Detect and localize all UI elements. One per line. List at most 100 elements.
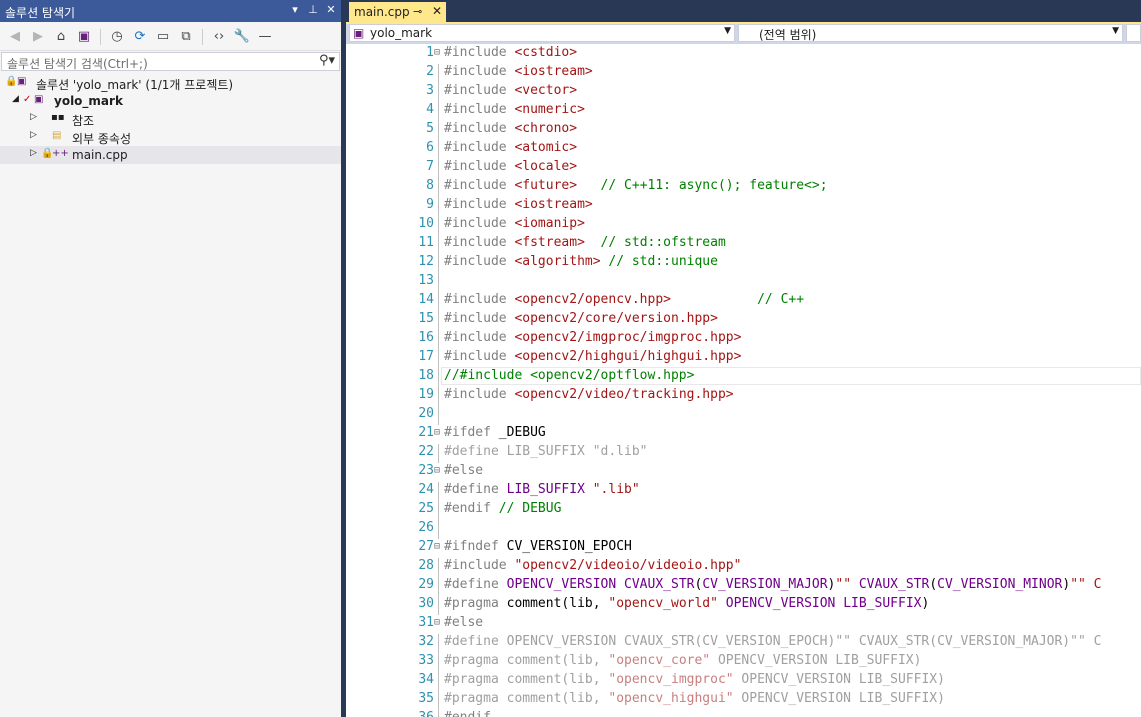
code-line[interactable]: #include <opencv2/video/tracking.hpp> <box>444 387 734 402</box>
tree-item-main-cpp[interactable]: ▷ 🔒 ++ main.cpp <box>0 146 341 164</box>
outline-guide <box>438 653 439 672</box>
tree-item-label: yolo_mark <box>54 94 123 108</box>
code-line[interactable]: #include <vector> <box>444 83 577 98</box>
collapse-region-icon[interactable]: ⊟ <box>434 47 440 58</box>
project-dropdown[interactable]: ▣ yolo_mark ▼ <box>349 24 735 42</box>
lock-icon: 🔒 <box>5 76 18 87</box>
tree-item-label: 외부 종속성 <box>72 132 132 146</box>
expand-right-icon[interactable]: ▷ <box>30 112 37 122</box>
minus-icon[interactable]: — <box>256 28 274 46</box>
code-token: #pragma comment(lib, <box>444 672 609 687</box>
line-number: 33 <box>418 653 434 668</box>
tree-item-external-deps[interactable]: ▷ ▤ 외부 종속성 <box>0 128 341 146</box>
copy-icon[interactable]: ⧉ <box>177 28 195 46</box>
outline-guide <box>438 159 439 178</box>
refresh-icon[interactable]: ⟳ <box>131 28 149 46</box>
code-line[interactable]: #include <locale> <box>444 159 577 174</box>
code-token: OPENCV_VERSION LIB_SUFFIX) <box>733 691 945 706</box>
code-token: #endif <box>444 710 491 717</box>
code-line[interactable]: #pragma comment(lib, "opencv_core" OPENC… <box>444 653 921 668</box>
code-token: LIB_SUFFIX <box>843 596 922 611</box>
code-line[interactable]: #define OPENCV_VERSION CVAUX_STR(CV_VERS… <box>444 634 1101 649</box>
outline-guide <box>438 558 439 577</box>
code-token: #ifndef <box>444 539 507 554</box>
code-token: #include <box>444 64 515 79</box>
code-token: LIB_SUFFIX <box>506 482 585 497</box>
code-line[interactable]: #ifndef CV_VERSION_EPOCH <box>444 539 632 554</box>
window-menu-icon[interactable]: ▾ <box>289 3 301 16</box>
code-line[interactable]: #include <atomic> <box>444 140 577 155</box>
wrench-icon[interactable]: 🔧 <box>233 28 251 46</box>
project-icon: ▣ <box>34 94 44 105</box>
code-line[interactable]: #define LIB_SUFFIX "d.lib" <box>444 444 648 459</box>
code-line[interactable]: #include "opencv2/videoio/videoio.hpp" <box>444 558 741 573</box>
close-icon[interactable]: ✕ <box>325 3 337 16</box>
code-line[interactable]: #ifdef _DEBUG <box>444 425 546 440</box>
scope-dropdown[interactable]: (전역 범위) ▼ <box>738 24 1123 42</box>
code-token: #pragma comment(lib, <box>444 653 609 668</box>
pin-icon[interactable]: ⊥ <box>307 3 319 16</box>
expand-right-icon[interactable]: ▷ <box>30 130 37 140</box>
line-number: 9 <box>426 197 434 212</box>
collapse-region-icon[interactable]: ⊟ <box>434 427 440 438</box>
code-line[interactable]: #define OPENCV_VERSION CVAUX_STR(CV_VERS… <box>444 577 1102 592</box>
code-line[interactable]: #endif // DEBUG <box>444 501 561 516</box>
vs-icon[interactable]: ▣ <box>75 28 93 46</box>
code-line[interactable]: #include <numeric> <box>444 102 585 117</box>
forward-icon[interactable]: ▶ <box>29 28 47 46</box>
code-line[interactable]: #include <algorithm> // std::unique <box>444 254 718 269</box>
code-line[interactable]: #include <opencv2/core/version.hpp> <box>444 311 718 326</box>
close-tab-icon[interactable]: ✕ <box>432 4 442 18</box>
code-line[interactable]: #include <cstdio> <box>444 45 577 60</box>
line-number: 11 <box>418 235 434 250</box>
home-icon[interactable]: ⌂ <box>52 28 70 46</box>
code-icon[interactable]: ‹› <box>210 28 228 46</box>
solution-explorer-title: 솔루션 탐색기 <box>5 6 76 20</box>
collapse-icon[interactable]: ▭ <box>154 28 172 46</box>
code-line[interactable]: #include <chrono> <box>444 121 577 136</box>
tree-item-solution[interactable]: 🔒 ▣ 솔루션 'yolo_mark' (1/1개 프로젝트) <box>0 74 341 92</box>
collapse-region-icon[interactable]: ⊟ <box>434 617 440 628</box>
code-token: #include <box>444 102 515 117</box>
back-icon[interactable]: ◀ <box>6 28 24 46</box>
code-line[interactable]: #include <iostream> <box>444 64 593 79</box>
collapse-region-icon[interactable]: ⊟ <box>434 541 440 552</box>
code-token: #include <box>444 159 515 174</box>
expand-down-icon[interactable]: ◢ <box>12 94 19 104</box>
member-dropdown[interactable] <box>1126 24 1141 42</box>
pin-icon[interactable]: ⊸ <box>413 5 422 18</box>
code-line[interactable]: #include <fstream> // std::ofstream <box>444 235 726 250</box>
code-line[interactable]: #pragma comment(lib, "opencv_highgui" OP… <box>444 691 945 706</box>
tree-item-references[interactable]: ▷ ▪▪ 참조 <box>0 110 341 128</box>
code-token: <future> <box>514 178 578 193</box>
code-line[interactable]: #include <opencv2/opencv.hpp> // C++ <box>444 292 804 307</box>
code-line[interactable]: #else <box>444 615 483 630</box>
code-line[interactable]: #include <iostream> <box>444 197 593 212</box>
line-number: 5 <box>426 121 434 136</box>
solution-explorer-search[interactable]: 솔루션 탐색기 검색(Ctrl+;) ⚲▾ <box>1 52 340 71</box>
code-editor[interactable]: 1 ⊟ #include <cstdio> 2 #include <iostream> 3… <box>346 44 1141 717</box>
code-token: ( <box>929 577 938 592</box>
code-line[interactable]: #pragma comment(lib, "opencv_world" OPEN… <box>444 596 929 611</box>
outline-guide <box>438 273 439 292</box>
code-line[interactable]: #include <future> // C++11: async(); fea… <box>444 178 828 193</box>
tree-item-project[interactable]: ◢ ✓ ▣ yolo_mark <box>0 92 341 110</box>
tab-main-cpp[interactable]: main.cpp ⊸ ✕ <box>349 2 446 22</box>
code-line[interactable]: #define LIB_SUFFIX ".lib" <box>444 482 640 497</box>
outline-guide <box>438 292 439 311</box>
expand-right-icon[interactable]: ▷ <box>30 148 37 158</box>
code-line[interactable]: #include <opencv2/imgproc/imgproc.hpp> <box>444 330 741 345</box>
code-line[interactable]: #else <box>444 463 483 478</box>
code-line[interactable]: #endif <box>444 710 491 717</box>
code-token: #include <box>444 235 515 250</box>
code-line[interactable]: #include <iomanip> <box>444 216 585 231</box>
code-line[interactable]: #pragma comment(lib, "opencv_imgproc" OP… <box>444 672 945 687</box>
history-icon[interactable]: ◷ <box>108 28 126 46</box>
search-icon[interactable]: ⚲▾ <box>319 53 335 68</box>
collapse-region-icon[interactable]: ⊟ <box>434 465 440 476</box>
code-line[interactable]: #include <opencv2/highgui/highgui.hpp> <box>444 349 741 364</box>
code-token: #include <box>444 83 515 98</box>
code-line[interactable]: //#include <opencv2/optflow.hpp> <box>444 368 694 383</box>
line-number: 31 <box>418 615 434 630</box>
